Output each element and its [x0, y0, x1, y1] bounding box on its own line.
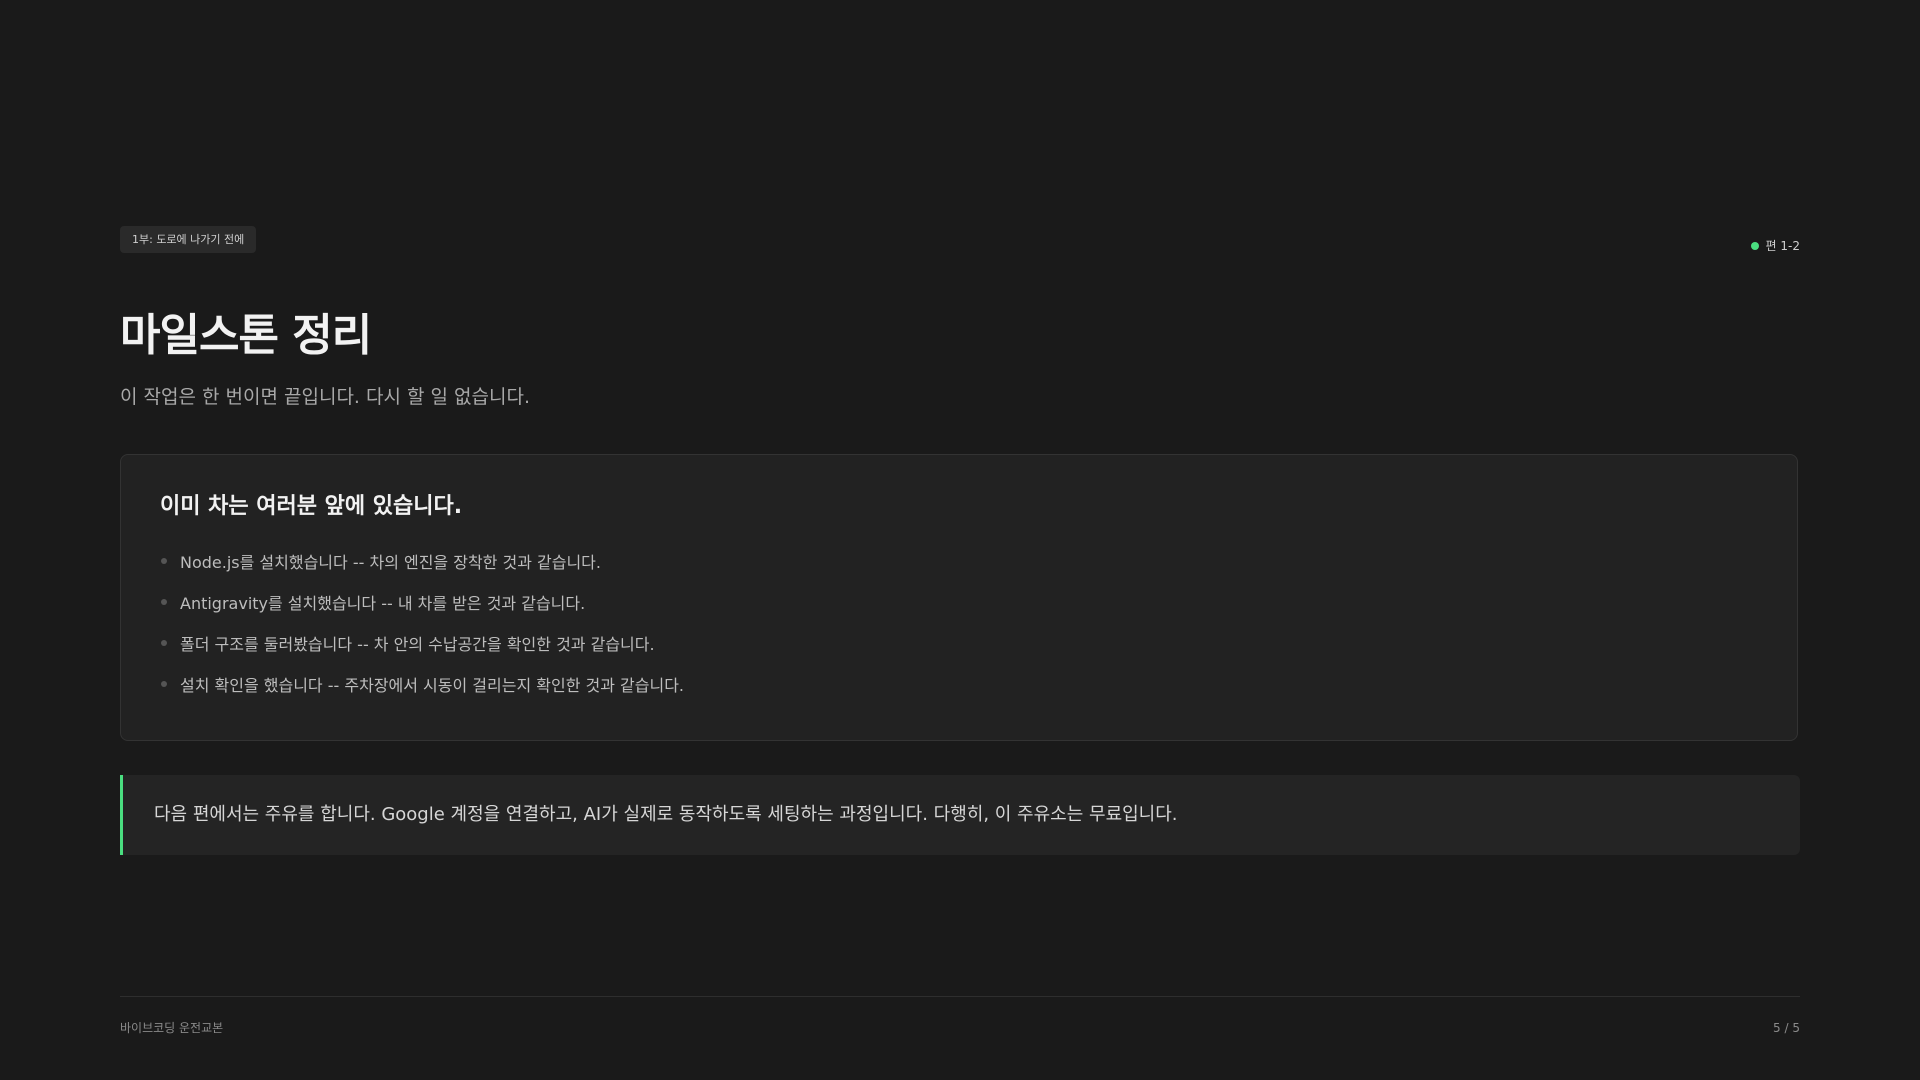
page-counter: 5 / 5: [1773, 1021, 1800, 1035]
next-episode-callout: 다음 편에서는 주유를 합니다. Google 계정을 연결하고, AI가 실제…: [120, 775, 1800, 855]
list-item: 설치 확인을 했습니다 -- 주차장에서 시동이 걸리는지 확인한 것과 같습니…: [160, 671, 684, 712]
bullet-icon: [161, 599, 167, 605]
course-title: 바이브코딩 운전교본: [120, 1021, 224, 1035]
list-item-text: 설치 확인을 했습니다 -- 주차장에서 시동이 걸리는지 확인한 것과 같습니…: [180, 676, 685, 695]
bullet-icon: [161, 640, 167, 646]
page-title: 마일스톤 정리: [120, 310, 372, 361]
bullet-icon: [161, 681, 167, 687]
summary-heading: 이미 차는 여러분 앞에 있습니다.: [160, 494, 463, 519]
page-subtitle: 이 작업은 한 번이면 끝입니다. 다시 할 일 없습니다.: [120, 386, 530, 408]
bullet-icon: [161, 558, 167, 564]
list-item-text: 폴더 구조를 둘러봤습니다 -- 차 안의 수납공간을 확인한 것과 같습니다.: [180, 635, 655, 654]
list-item: Node.js를 설치했습니다 -- 차의 엔진을 장착한 것과 같습니다.: [160, 548, 684, 589]
chapter-tag: 1부: 도로에 나가기 전에: [120, 226, 257, 253]
summary-list: Node.js를 설치했습니다 -- 차의 엔진을 장착한 것과 같습니다. A…: [160, 548, 684, 712]
list-item-text: Node.js를 설치했습니다 -- 차의 엔진을 장착한 것과 같습니다.: [180, 553, 601, 572]
episode-label: 편 1-2: [1765, 239, 1800, 253]
list-item: 폴더 구조를 둘러봤습니다 -- 차 안의 수납공간을 확인한 것과 같습니다.: [160, 630, 684, 671]
slide: 1부: 도로에 나가기 전에 편 1-2 마일스톤 정리 이 작업은 한 번이면…: [120, 0, 1800, 1080]
episode-indicator: 편 1-2: [1750, 238, 1800, 254]
status-dot-icon: [1750, 242, 1759, 250]
list-item-text: Antigravity를 설치했습니다 -- 내 차를 받은 것과 같습니다.: [180, 594, 586, 613]
footer-divider: [120, 996, 1800, 997]
list-item: Antigravity를 설치했습니다 -- 내 차를 받은 것과 같습니다.: [160, 589, 684, 630]
